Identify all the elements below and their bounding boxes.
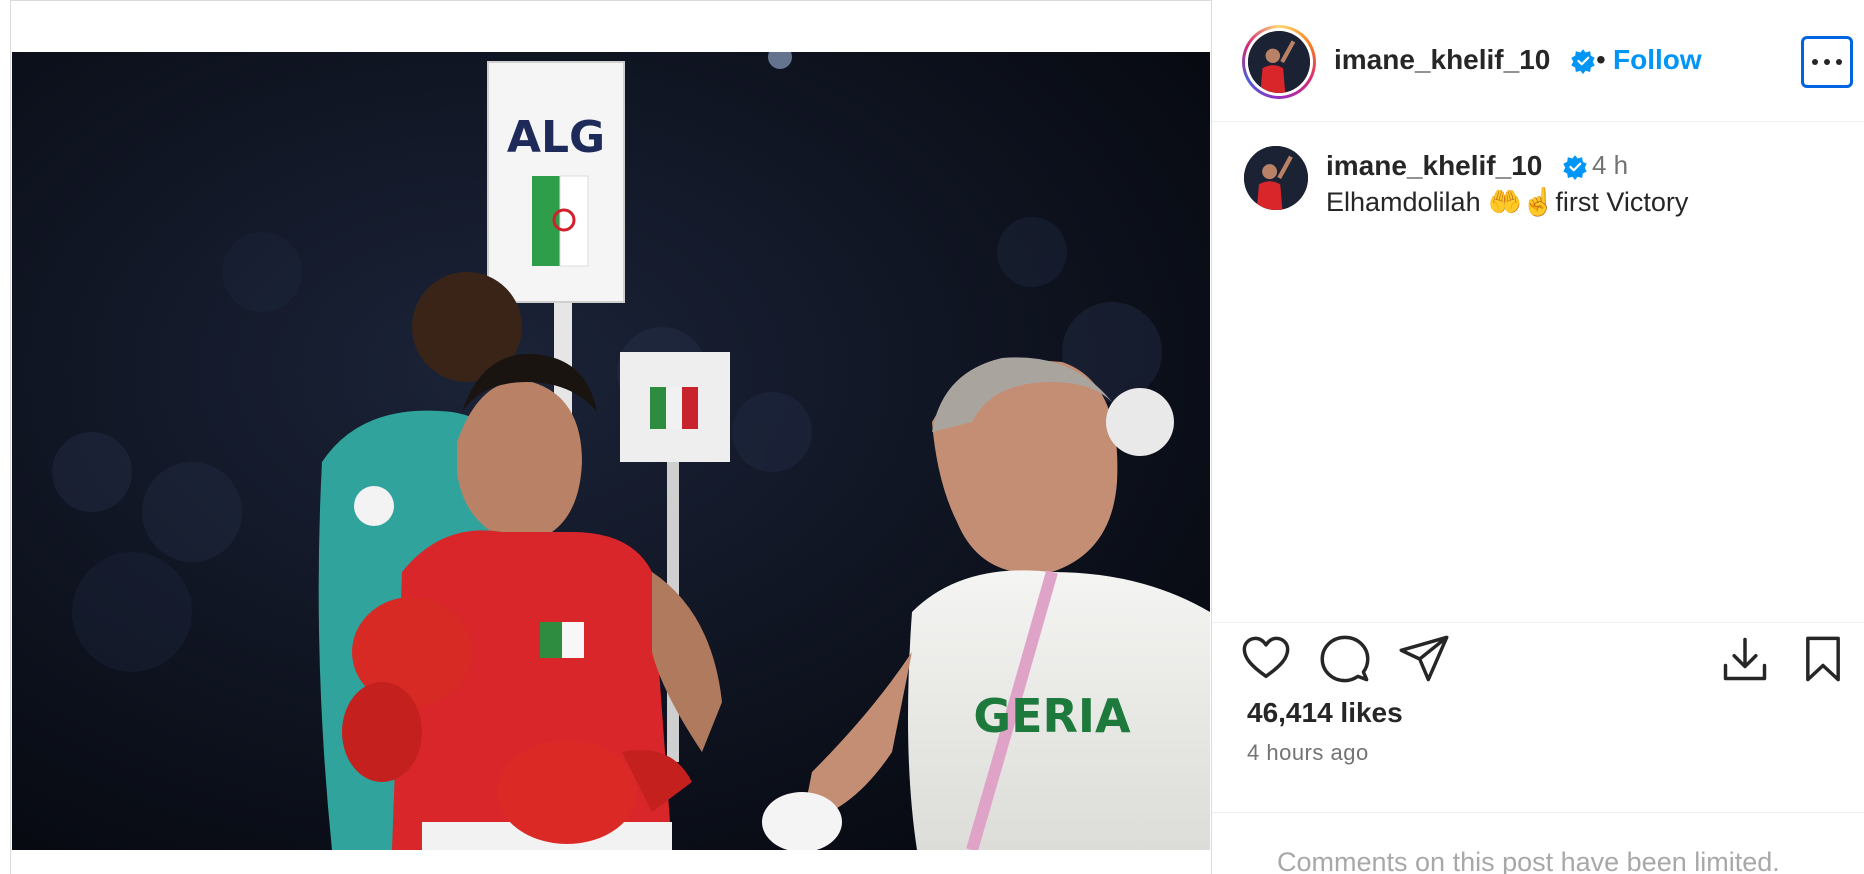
post-header: imane_khelif_10 • Follow: [1212, 0, 1864, 122]
comments-limited-notice: Comments on this post have been limited.: [1277, 847, 1780, 874]
like-button[interactable]: [1240, 633, 1292, 685]
comment-icon: [1320, 635, 1370, 683]
heart-icon: [1242, 636, 1290, 679]
caption-timestamp[interactable]: 4 h: [1592, 150, 1628, 181]
action-bar: [1212, 622, 1864, 692]
caption-avatar[interactable]: [1244, 146, 1308, 210]
more-icon: [1812, 59, 1818, 65]
caption-text: Elhamdolilah 🤲☝️first Victory: [1326, 187, 1689, 217]
share-button[interactable]: [1398, 633, 1450, 685]
likes-count[interactable]: 46,414 likes: [1247, 697, 1403, 729]
download-button[interactable]: [1719, 633, 1771, 685]
download-icon: [1723, 637, 1767, 681]
post-media[interactable]: ALG GERIA: [12, 52, 1210, 850]
avatar-photo-icon: [1248, 31, 1310, 93]
share-icon: [1399, 635, 1449, 682]
caption-avatar-icon: [1244, 146, 1308, 210]
more-options-button[interactable]: [1801, 36, 1853, 88]
sign-text: ALG: [507, 112, 605, 163]
follow-button[interactable]: Follow: [1613, 44, 1702, 76]
post-photo: ALG GERIA: [12, 52, 1210, 850]
shirt-text: GERIA: [973, 689, 1131, 743]
post-author-username[interactable]: imane_khelif_10: [1334, 44, 1550, 76]
verified-icon: [1562, 154, 1588, 180]
bookmark-icon: [1806, 636, 1840, 682]
post-time-ago[interactable]: 4 hours ago: [1247, 740, 1369, 766]
avatar[interactable]: [1242, 25, 1316, 99]
save-button[interactable]: [1797, 633, 1849, 685]
post-side-panel: imane_khelif_10 • Follow imane_khelif_10…: [1211, 0, 1864, 874]
separator-dot: •: [1596, 44, 1606, 75]
verified-icon: [1570, 48, 1596, 74]
comments-section: Comments on this post have been limited.: [1212, 812, 1864, 874]
caption-username[interactable]: imane_khelif_10: [1326, 150, 1542, 182]
comment-button[interactable]: [1319, 633, 1371, 685]
